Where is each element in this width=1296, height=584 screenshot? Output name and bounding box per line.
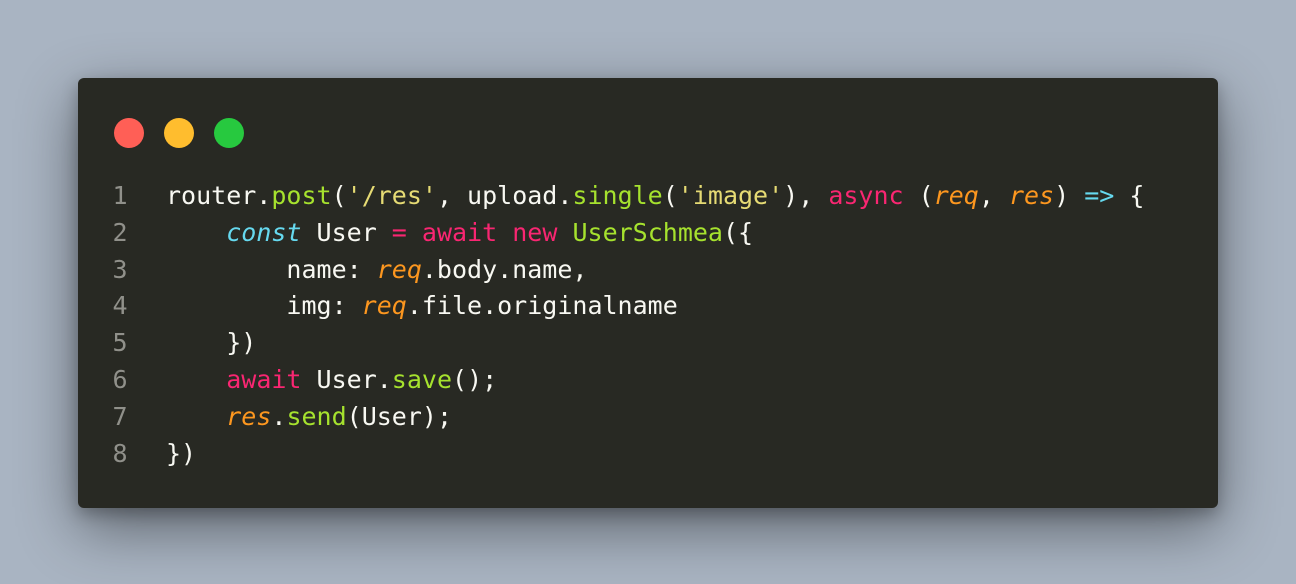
code-token: new	[512, 217, 558, 247]
code-line: 5 })	[78, 325, 1218, 362]
code-line: 1 router.post('/res', upload.single('imag…	[78, 178, 1218, 215]
line-number: 2	[112, 217, 128, 247]
line-number: 1	[112, 181, 128, 210]
code-token: )	[1054, 181, 1085, 210]
code-token: img:	[166, 291, 362, 321]
line-number: 8	[112, 438, 128, 468]
line-number: 7	[112, 401, 128, 431]
code-window: 1 router.post('/res', upload.single('imag…	[78, 78, 1218, 508]
code-text: await User.save();	[166, 362, 497, 399]
code-token: .file.originalname	[406, 291, 678, 321]
code-token: User	[301, 217, 392, 247]
code-token: , upload.	[436, 181, 573, 210]
code-token: req	[376, 254, 422, 284]
code-text: })	[166, 436, 196, 473]
window-controls	[114, 118, 244, 148]
code-token: send	[286, 401, 347, 431]
line-number: 5	[112, 328, 128, 358]
code-token: router.	[166, 181, 272, 210]
line-number: 6	[112, 364, 128, 394]
code-token: UserSchmea	[572, 217, 723, 247]
code-token: req	[933, 181, 979, 210]
code-text: res.send(User);	[166, 399, 452, 436]
code-text: name: req.body.name,	[166, 252, 587, 289]
code-token: User.	[301, 364, 392, 394]
code-token: ),	[783, 181, 829, 210]
code-token: async	[828, 181, 904, 210]
code-token: (	[662, 181, 678, 210]
code-line: 6 await User.save();	[78, 362, 1218, 399]
code-token: (User);	[346, 401, 453, 431]
code-token: const	[226, 217, 302, 247]
code-token: res	[1008, 181, 1055, 210]
code-line: 2 const User = await new UserSchmea({	[78, 215, 1218, 252]
code-block: 1 router.post('/res', upload.single('imag…	[78, 178, 1218, 472]
code-token: post	[271, 181, 332, 210]
zoom-dot[interactable]	[214, 118, 244, 148]
code-token: '/res'	[346, 181, 437, 210]
code-token: name:	[166, 254, 377, 284]
code-line: 3 name: req.body.name,	[78, 252, 1218, 289]
code-token: =	[391, 217, 407, 247]
code-token: await	[226, 364, 302, 394]
code-token: res	[226, 401, 272, 431]
code-token: ,	[978, 181, 1009, 210]
code-token: .	[271, 401, 287, 431]
code-text: router.post('/res', upload.single('image…	[166, 178, 1144, 215]
code-text: const User = await new UserSchmea({	[166, 215, 753, 252]
code-token: await	[421, 217, 498, 247]
code-token: })	[166, 438, 197, 468]
line-number: 4	[112, 291, 128, 321]
code-token: ({	[722, 217, 754, 247]
code-line: 7 res.send(User);	[78, 399, 1218, 436]
code-token: =>	[1084, 181, 1115, 210]
code-token: 'image'	[677, 181, 784, 210]
close-dot[interactable]	[114, 118, 144, 148]
code-line: 8})	[78, 436, 1218, 473]
code-token: ();	[452, 364, 498, 394]
code-token: (	[331, 181, 347, 210]
code-token: {	[1114, 181, 1145, 210]
code-line: 4 img: req.file.originalname	[78, 288, 1218, 325]
code-token: save	[391, 364, 453, 394]
code-token: single	[572, 181, 663, 210]
code-text: img: req.file.originalname	[166, 288, 678, 325]
code-token: req	[361, 291, 407, 321]
code-token: .body.name,	[421, 254, 588, 284]
minimize-dot[interactable]	[164, 118, 194, 148]
line-number: 3	[112, 254, 128, 284]
code-token: })	[166, 328, 257, 358]
code-text: })	[166, 325, 256, 362]
code-token: (	[903, 181, 934, 210]
